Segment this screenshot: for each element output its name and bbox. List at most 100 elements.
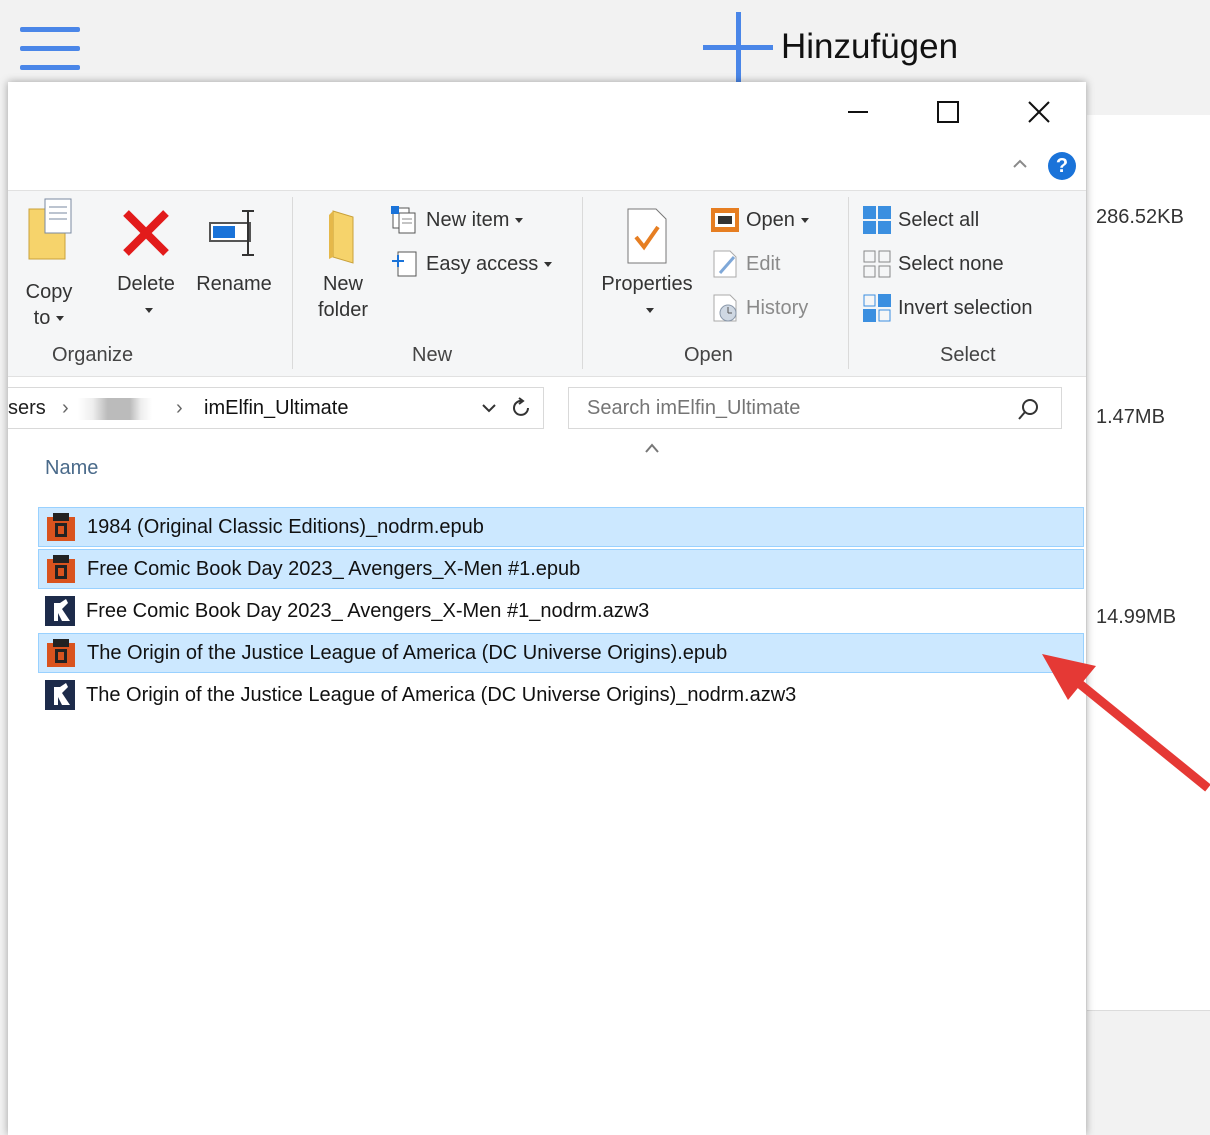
ribbon-tabs-area: [8, 142, 1086, 190]
dropdown-arrow-icon: [646, 308, 654, 314]
new-group-label: New: [412, 344, 453, 366]
edit-button[interactable]: Edit: [710, 247, 780, 281]
maximize-button[interactable]: [920, 90, 976, 134]
delete-label: Delete: [117, 273, 175, 295]
epub-icon: [47, 555, 75, 583]
refresh-icon[interactable]: [510, 396, 534, 420]
invert-selection-icon: [863, 294, 891, 322]
breadcrumb-users[interactable]: sers: [8, 397, 46, 420]
add-button[interactable]: Hinzufügen: [703, 12, 958, 82]
plus-icon: [703, 12, 773, 82]
file-size-label: 14.99MB: [1096, 606, 1177, 628]
new-item-label: New item: [426, 208, 510, 231]
new-folder-label-2: folder: [317, 299, 369, 321]
select-none-label: Select none: [898, 252, 1004, 275]
file-name: Free Comic Book Day 2023_ Avengers_X-Men…: [86, 599, 650, 622]
minimize-icon: [848, 111, 868, 113]
copy-to-label-2: to: [33, 307, 51, 329]
open-button[interactable]: Open: [710, 203, 809, 237]
select-none-icon: [863, 250, 891, 278]
group-separator: [848, 197, 849, 369]
history-button[interactable]: History: [710, 291, 808, 325]
help-icon[interactable]: ?: [1048, 152, 1076, 180]
properties-icon: [627, 208, 667, 264]
file-size-label: 1.47MB: [1096, 406, 1165, 428]
edit-label: Edit: [746, 252, 781, 275]
select-all-label: Select all: [898, 208, 980, 231]
breadcrumb-separator-icon: ›: [62, 397, 69, 419]
file-size-label: 286.52KB: [1096, 206, 1184, 228]
file-name: The Origin of the Justice League of Amer…: [87, 641, 728, 664]
properties-button[interactable]: Properties: [592, 207, 702, 323]
new-item-button[interactable]: New item: [390, 203, 524, 237]
file-explorer-window: ? Copy to Delete Rename Organize New fol…: [8, 82, 1086, 1135]
file-name: The Origin of the Justice League of Amer…: [86, 683, 797, 706]
invert-selection-button[interactable]: Invert selection: [862, 291, 1033, 325]
dropdown-arrow-icon: [800, 217, 809, 223]
rename-label: Rename: [196, 273, 272, 295]
hamburger-menu-icon[interactable]: [20, 25, 82, 73]
select-all-button[interactable]: Select all: [862, 203, 979, 237]
sort-ascending-icon: [645, 443, 659, 453]
copy-to-label-1: Copy: [25, 281, 73, 303]
open-icon: [711, 208, 739, 232]
search-input[interactable]: [585, 396, 1009, 421]
select-all-icon: [863, 206, 891, 234]
file-row[interactable]: The Origin of the Justice League of Amer…: [38, 675, 1084, 715]
file-row[interactable]: The Origin of the Justice League of Amer…: [38, 633, 1084, 673]
file-row[interactable]: 1984 (Original Classic Editions)_nodrm.e…: [38, 507, 1084, 547]
file-row[interactable]: Free Comic Book Day 2023_ Avengers_X-Men…: [38, 591, 1084, 631]
search-box[interactable]: [568, 387, 1062, 429]
breadcrumb-separator-icon: ›: [176, 397, 183, 419]
close-icon: [1028, 101, 1050, 123]
search-icon[interactable]: [1017, 397, 1041, 421]
dropdown-arrow-icon: [515, 217, 524, 223]
new-item-icon: [391, 206, 416, 234]
epub-icon: [47, 639, 75, 667]
new-folder-icon: [329, 210, 354, 264]
minimize-button[interactable]: [830, 90, 886, 134]
dropdown-arrow-icon: [145, 308, 153, 314]
column-header-name[interactable]: Name: [45, 457, 98, 480]
select-group-label: Select: [940, 344, 996, 366]
address-bar[interactable]: sers › › imElfin_Ultimate: [8, 387, 544, 429]
copy-to-icon: [28, 198, 72, 260]
rename-button[interactable]: Rename: [190, 207, 278, 297]
address-history-dropdown-icon[interactable]: [480, 400, 498, 416]
copy-to-button[interactable]: Copy to: [14, 197, 84, 331]
delete-button[interactable]: Delete: [108, 207, 184, 323]
breadcrumb-current-folder[interactable]: imElfin_Ultimate: [204, 397, 348, 420]
kindle-icon: [45, 680, 75, 710]
add-button-label: Hinzufügen: [781, 27, 959, 66]
file-name: 1984 (Original Classic Editions)_nodrm.e…: [87, 515, 484, 538]
history-label: History: [746, 296, 809, 319]
ribbon-home: Copy to Delete Rename Organize New folde…: [8, 190, 1086, 377]
collapse-ribbon-icon[interactable]: [1010, 154, 1030, 174]
delete-icon: [123, 210, 169, 256]
kindle-icon: [45, 596, 75, 626]
dropdown-arrow-icon: [544, 261, 553, 267]
open-group-label: Open: [684, 344, 733, 366]
select-none-button[interactable]: Select none: [862, 247, 1004, 281]
invert-selection-label: Invert selection: [898, 296, 1033, 319]
properties-label: Properties: [601, 273, 693, 295]
dropdown-arrow-icon: [56, 316, 65, 322]
group-separator: [582, 197, 583, 369]
title-bar: [8, 82, 1086, 142]
new-folder-button[interactable]: New folder: [304, 207, 382, 323]
file-row[interactable]: Free Comic Book Day 2023_ Avengers_X-Men…: [38, 549, 1084, 589]
maximize-icon: [937, 101, 959, 123]
rename-icon: [209, 210, 254, 256]
group-separator: [292, 197, 293, 369]
close-button[interactable]: [1011, 90, 1067, 134]
easy-access-button[interactable]: Easy access: [390, 247, 553, 281]
file-name: Free Comic Book Day 2023_ Avengers_X-Men…: [87, 557, 581, 580]
open-label: Open: [746, 208, 795, 231]
redacted-breadcrumb: [78, 398, 152, 420]
organize-group-label: Organize: [52, 344, 134, 366]
annotation-arrow-icon: [1042, 654, 1210, 792]
easy-access-icon: [392, 251, 417, 277]
history-icon: [713, 294, 737, 322]
edit-icon: [713, 250, 737, 278]
epub-icon: [47, 513, 75, 541]
